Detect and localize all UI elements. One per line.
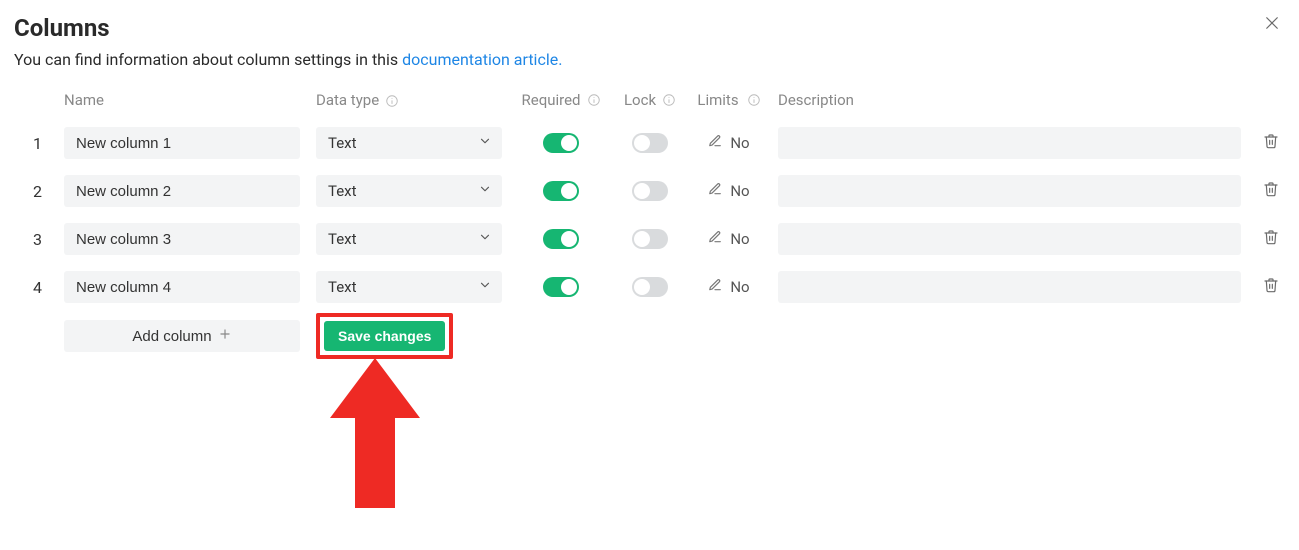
- limits-button[interactable]: No: [708, 230, 749, 248]
- chevron-down-icon: [478, 278, 492, 296]
- columns-table: Name Data type Required Lock Limits Desc: [14, 87, 1285, 359]
- table-row: 3 Text No: [14, 215, 1285, 263]
- limits-value: No: [730, 230, 749, 248]
- data-type-value: Text: [328, 230, 357, 248]
- table-header: Name Data type Required Lock Limits Desc: [14, 87, 1285, 119]
- header-description: Description: [778, 91, 854, 109]
- header-datatype: Data type: [316, 91, 379, 109]
- header-limits: Limits: [697, 91, 738, 109]
- annotation-highlight: Save changes: [316, 313, 453, 359]
- save-changes-button[interactable]: Save changes: [324, 321, 445, 351]
- lock-toggle[interactable]: [632, 133, 668, 153]
- lock-toggle[interactable]: [632, 229, 668, 249]
- required-toggle[interactable]: [543, 133, 579, 153]
- documentation-link[interactable]: documentation article.: [402, 50, 562, 69]
- plus-icon: [218, 327, 232, 345]
- header-name: Name: [64, 91, 104, 109]
- pencil-icon: [708, 230, 722, 248]
- data-type-value: Text: [328, 278, 357, 296]
- page-subtitle: You can find information about column se…: [14, 50, 1285, 69]
- required-toggle[interactable]: [543, 181, 579, 201]
- add-column-label: Add column: [132, 328, 211, 345]
- delete-row-button[interactable]: [1263, 181, 1279, 201]
- row-index: 2: [14, 182, 48, 201]
- row-index: 4: [14, 278, 48, 297]
- page-title: Columns: [14, 14, 1285, 42]
- delete-row-button[interactable]: [1263, 229, 1279, 249]
- pencil-icon: [708, 278, 722, 296]
- info-icon: [587, 93, 601, 107]
- table-row: 1 Text No: [14, 119, 1285, 167]
- delete-row-button[interactable]: [1263, 277, 1279, 297]
- limits-value: No: [730, 278, 749, 296]
- annotation-arrow-icon: [330, 358, 420, 512]
- limits-button[interactable]: No: [708, 278, 749, 296]
- header-lock: Lock: [624, 91, 656, 109]
- data-type-select[interactable]: Text: [316, 223, 502, 255]
- row-index: 3: [14, 230, 48, 249]
- chevron-down-icon: [478, 230, 492, 248]
- add-column-button[interactable]: Add column: [64, 320, 300, 352]
- pencil-icon: [708, 182, 722, 200]
- limits-value: No: [730, 182, 749, 200]
- row-index: 1: [14, 134, 48, 153]
- table-row: 2 Text No: [14, 167, 1285, 215]
- column-name-input[interactable]: [64, 127, 300, 159]
- column-name-input[interactable]: [64, 175, 300, 207]
- info-icon: [385, 94, 399, 108]
- limits-button[interactable]: No: [708, 182, 749, 200]
- data-type-value: Text: [328, 182, 357, 200]
- description-input[interactable]: [778, 223, 1241, 255]
- description-input[interactable]: [778, 271, 1241, 303]
- limits-value: No: [730, 134, 749, 152]
- column-name-input[interactable]: [64, 223, 300, 255]
- required-toggle[interactable]: [543, 229, 579, 249]
- chevron-down-icon: [478, 182, 492, 200]
- lock-toggle[interactable]: [632, 181, 668, 201]
- subtitle-text: You can find information about column se…: [14, 50, 402, 69]
- required-toggle[interactable]: [543, 277, 579, 297]
- header-required: Required: [522, 91, 581, 109]
- info-icon: [747, 93, 761, 107]
- close-icon[interactable]: [1263, 14, 1281, 36]
- chevron-down-icon: [478, 134, 492, 152]
- data-type-value: Text: [328, 134, 357, 152]
- data-type-select[interactable]: Text: [316, 127, 502, 159]
- table-row: 4 Text No: [14, 263, 1285, 311]
- column-name-input[interactable]: [64, 271, 300, 303]
- description-input[interactable]: [778, 175, 1241, 207]
- data-type-select[interactable]: Text: [316, 175, 502, 207]
- info-icon: [662, 93, 676, 107]
- description-input[interactable]: [778, 127, 1241, 159]
- limits-button[interactable]: No: [708, 134, 749, 152]
- delete-row-button[interactable]: [1263, 133, 1279, 153]
- lock-toggle[interactable]: [632, 277, 668, 297]
- pencil-icon: [708, 134, 722, 152]
- data-type-select[interactable]: Text: [316, 271, 502, 303]
